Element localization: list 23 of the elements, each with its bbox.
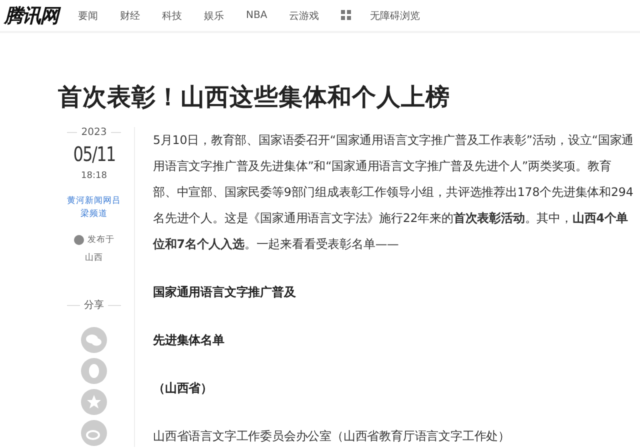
nav-link[interactable]: 要闻: [78, 8, 98, 22]
site-logo[interactable]: 腾讯网: [4, 2, 58, 28]
publish-time: 18:18: [81, 171, 107, 181]
article-paragraph: 国家通用语言文字推广普及: [153, 284, 297, 301]
article-paragraph: （山西省）: [153, 380, 214, 397]
publish-year: 2023: [81, 127, 107, 138]
nav-link[interactable]: NBA: [246, 10, 268, 21]
published-label: 发布于: [88, 234, 114, 246]
location-text: 山西: [85, 252, 103, 264]
article-paragraph: 5月10日，教育部、国家语委召开“国家通用语言文字推广普及工作表彰”活动，设立“国家通用语言文字推广普及先进集体”和“国家通用语言文字推广普及先进个人”两类奖项。教育部、中宣部、国家民委等9部门组成表彰工作领导小组，共评选推荐出178个先进集体和294名先进个人。这是《国家通用语言文字法》施行22年来的首次表彰活动。其中，山西4个单位和7名个人入选。一起来看看受表彰名单——: [153, 132, 635, 253]
grid-icon[interactable]: [341, 10, 352, 21]
publish-date: 05/11: [72, 142, 116, 166]
nav-link[interactable]: 科技: [162, 8, 182, 22]
nav-link[interactable]: 娱乐: [204, 8, 224, 22]
source-link[interactable]: 黄河新闻网吕 梁频道: [67, 195, 121, 221]
nav-link[interactable]: 无障碍浏览: [370, 8, 420, 22]
chat-bubble-icon[interactable]: [81, 327, 107, 353]
article-paragraph: 先进集体名单: [153, 332, 226, 349]
article-paragraph: 山西省语言文字工作委员会办公室（山西省教育厅语言文字工作处）: [153, 428, 512, 445]
nav-link[interactable]: 财经: [120, 8, 140, 22]
share-label: 分享: [84, 298, 104, 312]
article-title: 首次表彰！山西这些集体和个人上榜: [58, 82, 451, 113]
nav-link[interactable]: 云游戏: [289, 8, 320, 22]
